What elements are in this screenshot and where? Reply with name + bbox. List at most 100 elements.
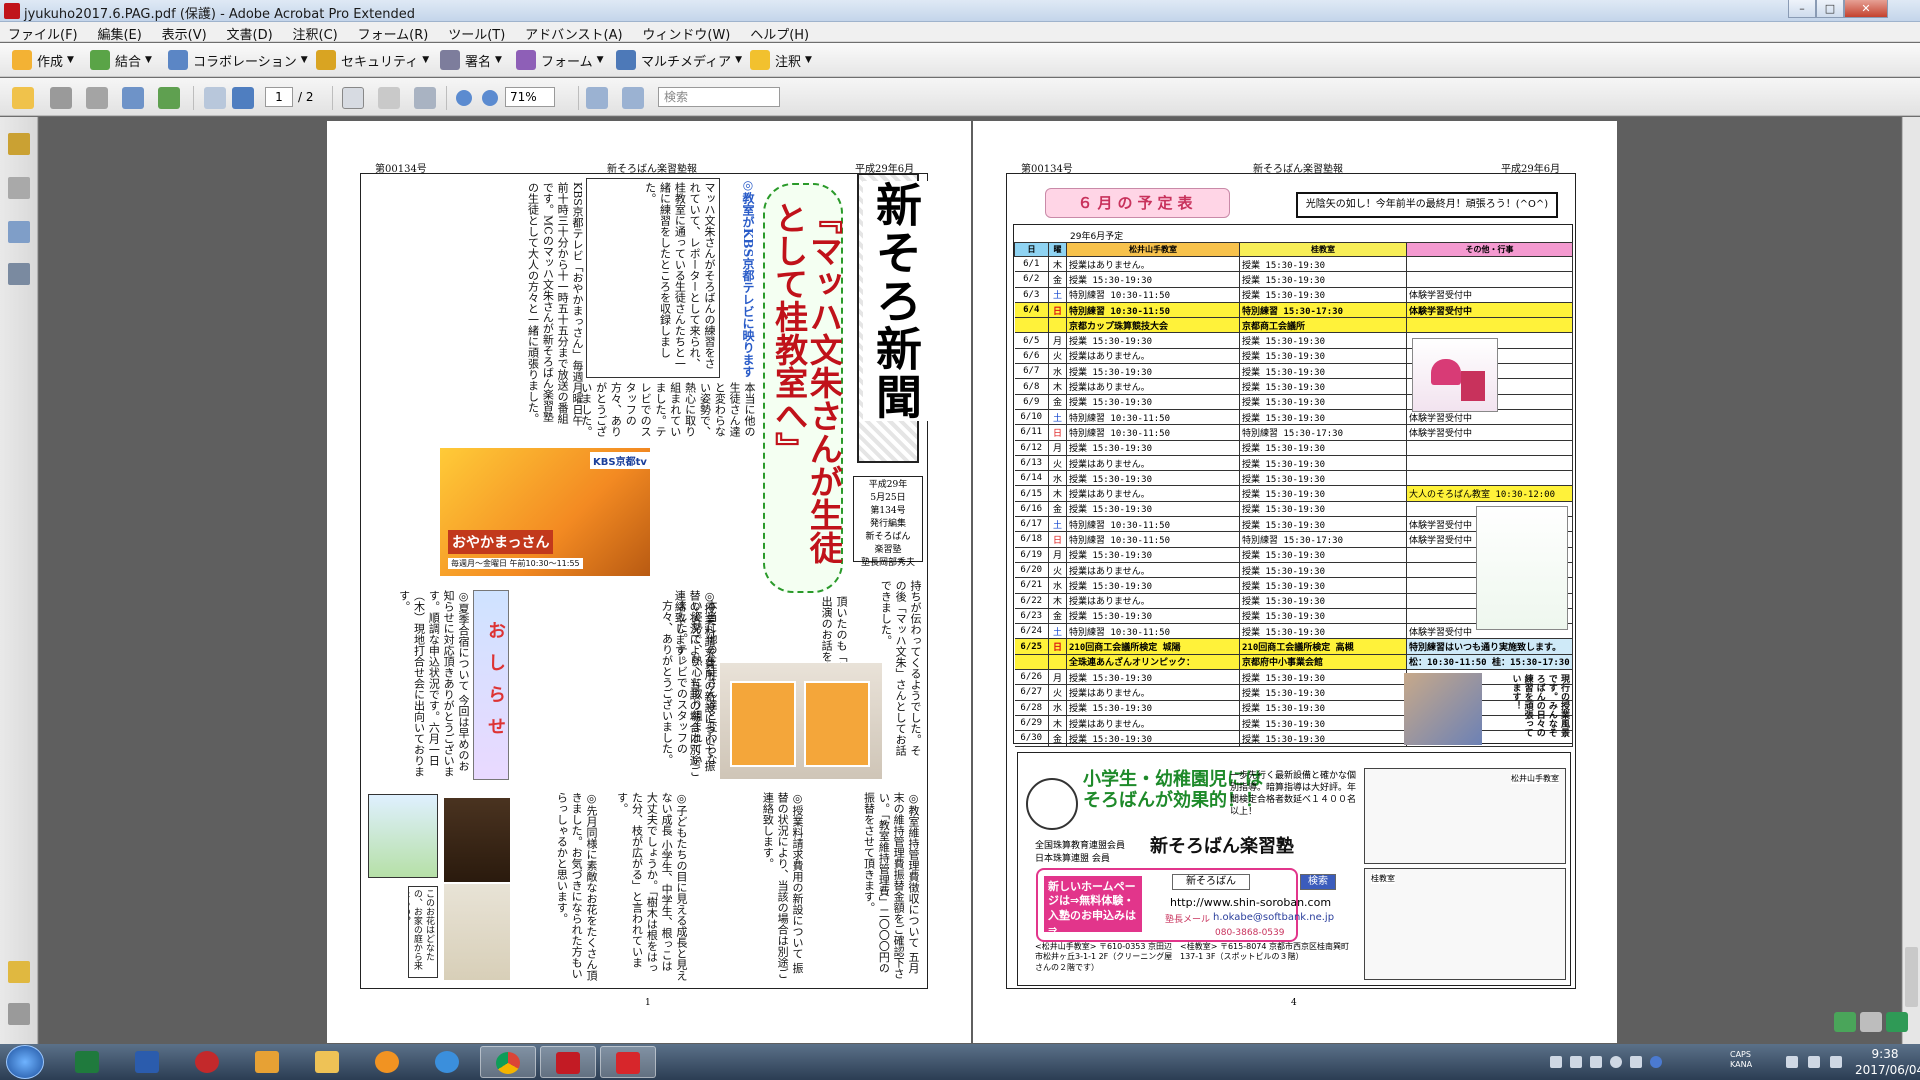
article-box: マッハ文朱さんがそろばんの練習をされていて、レポーターとして来られ、桂教室に通っ… [586,178,720,378]
clock[interactable]: 9:38 2017/06/04 [1855,1046,1920,1078]
menu-comments[interactable]: 注釈(C) [285,22,346,43]
taskbar-mcafee[interactable] [540,1046,596,1078]
schedule-other [1406,470,1573,487]
schedule-matsuiyamate: 210回商工会議所検定 城陽 [1066,638,1240,655]
schedule-row: 6/4 日特別練習 10:30-11:50 特別練習 15:30-17:30 体験学習… [1014,302,1573,319]
schedule-day: 6/21 [1014,577,1049,594]
help-icon[interactable] [1650,1056,1662,1068]
page-number-input[interactable]: 1 [265,87,293,107]
collaboration-button[interactable]: コラボレーション ▼ [168,48,308,72]
schedule-katsura: 授業 15:30-19:30 [1239,501,1407,518]
zoom-input[interactable]: 71% [505,87,555,107]
schedule-matsuiyamate: 授業 15:30-19:30 [1066,669,1240,686]
zoom-out-icon[interactable] [456,90,472,106]
pages-icon[interactable] [8,177,30,199]
search-input[interactable]: 検索 [658,87,780,107]
header-weekday: 曜 [1048,242,1067,257]
create-button[interactable]: 作成 ▼ [12,48,74,72]
flag-icon[interactable] [1786,1056,1798,1068]
network-icon[interactable] [1808,1056,1820,1068]
combine-button[interactable]: 結合 ▼ [90,48,152,72]
schedule-katsura: 授業 15:30-19:30 [1239,256,1407,273]
email-icon[interactable] [122,87,144,109]
scroll-thumb[interactable] [1905,947,1918,1007]
schedule-katsura: 授業 15:30-19:30 [1239,409,1407,426]
taskbar-media[interactable] [240,1046,296,1078]
taskbar-word[interactable] [120,1046,176,1078]
classroom-caption: 現行の授業風景です。みんなそろばんの日々の練習を頑張っています！ [1510,674,1569,737]
menu-advanced[interactable]: アドバンスト(A) [517,22,630,43]
lead-text: ◎教室がKBS京都テレビに映ります [741,178,755,378]
taskbar-ie[interactable] [420,1046,476,1078]
forms-button[interactable]: フォーム ▼ [516,48,604,72]
attachments-icon[interactable] [8,1003,30,1025]
fit-width-icon[interactable] [586,87,608,109]
schedule-katsura: 京都府中小事業会館 [1239,654,1407,671]
excel-icon [75,1051,99,1073]
lock-icon[interactable] [8,133,30,155]
comment-icon [750,50,770,70]
vertical-scrollbar[interactable] [1902,117,1920,1044]
schedule-other: 体験学習受付中 [1406,302,1573,319]
menu-window[interactable]: ウィンドウ(W) [634,22,738,43]
schedule-katsura: 特別練習 15:30-17:30 [1239,302,1407,319]
schedule-row: 6/2 金授業 15:30-19:30 授業 15:30-19:30 [1014,271,1573,288]
taskbar-acrobat[interactable] [600,1046,656,1078]
schedule-day: 6/18 [1014,531,1049,548]
maximize-button[interactable]: □ [1816,0,1844,18]
taskbar-explorer[interactable] [300,1046,356,1078]
school-logo [1026,778,1078,830]
marquee-zoom-icon[interactable] [414,87,436,109]
print-icon[interactable] [50,87,72,109]
taskbar-app[interactable] [360,1046,416,1078]
tray-icon-c[interactable] [1630,1056,1642,1068]
hand-icon[interactable] [378,87,400,109]
font-icon[interactable] [1860,1012,1882,1032]
menu-edit[interactable]: 編集(E) [89,22,149,43]
menu-tools[interactable]: ツール(T) [440,22,513,43]
close-button[interactable]: ✕ [1844,0,1888,18]
ime-icon[interactable] [1550,1056,1562,1068]
minimize-button[interactable]: – [1788,0,1816,18]
schedule-katsura: 京都商工会議所 [1239,317,1407,334]
next-page-icon[interactable] [232,87,254,109]
prev-page-icon[interactable] [204,87,226,109]
select-text-icon[interactable] [342,87,364,109]
multimedia-button[interactable]: マルチメディア ▼ [616,48,742,72]
save-icon[interactable] [86,87,108,109]
schedule-weekday [1048,317,1067,334]
tray-icon-b[interactable] [1590,1056,1602,1068]
zoom-in-icon[interactable] [482,90,498,106]
settings-icon[interactable] [1610,1056,1622,1068]
bookmarks-icon[interactable] [8,221,30,243]
nav-toolbar: 1 / 2 71% 検索 [0,78,1920,116]
upload-icon[interactable] [158,87,180,109]
taskbar-chrome[interactable] [480,1046,536,1078]
schedule-day: 6/12 [1014,440,1049,456]
volume-icon[interactable] [1830,1056,1842,1068]
taskbar-excel[interactable] [60,1046,116,1078]
schedule-weekday: 金 [1048,394,1067,410]
schedule-matsuiyamate: 授業 15:30-19:30 [1066,577,1240,594]
comments-icon[interactable] [8,961,30,983]
schedule-weekday: 水 [1048,363,1067,380]
menu-file[interactable]: ファイル(F) [0,22,86,43]
map-matsuiyamate: 松井山手教室 [1364,768,1566,864]
menu-view[interactable]: 表示(V) [154,22,215,43]
taskbar-pin[interactable] [180,1046,236,1078]
tray-icon-a[interactable] [1570,1056,1582,1068]
signatures-icon[interactable] [8,263,30,285]
app-icon[interactable] [1886,1012,1908,1032]
security-button[interactable]: セキュリティ ▼ [316,48,429,72]
menu-document[interactable]: 文書(D) [219,22,281,43]
fit-page-icon[interactable] [622,87,644,109]
spreadsheet-icon[interactable] [1834,1012,1856,1032]
sign-button[interactable]: 署名 ▼ [440,48,502,72]
separator [332,86,333,110]
menu-help[interactable]: ヘルプ(H) [742,22,817,43]
schedule-day: 6/11 [1014,424,1049,441]
open-folder-icon[interactable] [12,87,34,109]
comment-button[interactable]: 注釈 ▼ [750,48,812,72]
start-button[interactable] [6,1045,44,1079]
menu-forms[interactable]: フォーム(R) [350,22,437,43]
